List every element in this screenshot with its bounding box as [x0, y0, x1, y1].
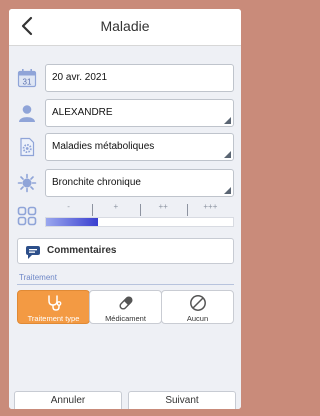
none-label: Aucun: [186, 314, 209, 323]
document-gear-icon: [17, 137, 37, 157]
severity-level-3[interactable]: +++: [187, 202, 233, 211]
disease-select[interactable]: Bronchite chronique: [45, 169, 234, 197]
dropdown-corner-icon: [224, 187, 231, 194]
comments-label: Commentaires: [47, 245, 117, 256]
severity-separator: [92, 204, 94, 216]
grid-icon: [17, 206, 37, 226]
person-icon: [17, 103, 37, 123]
severity-level-1[interactable]: +: [93, 202, 139, 211]
footer-bar: Annuler Suivant: [9, 388, 241, 409]
patient-value: ALEXANDRE: [52, 107, 113, 118]
form-content: 31 20 avr. 2021 ALEXANDRE Maladies métab…: [9, 46, 241, 388]
speech-bubble-icon: [26, 246, 40, 259]
disease-value: Bronchite chronique: [52, 177, 141, 188]
medication-label: Médicament: [105, 314, 146, 323]
treatment-type-label: Traitement type: [27, 314, 80, 323]
header-bar: Maladie: [9, 9, 241, 46]
virus-icon: [17, 173, 37, 193]
none-option[interactable]: Aucun: [161, 290, 234, 324]
severity-bar[interactable]: [45, 217, 234, 227]
medication-option[interactable]: Médicament: [89, 290, 162, 324]
svg-text:31: 31: [23, 78, 32, 87]
next-button[interactable]: Suivant: [128, 391, 236, 409]
comments-button[interactable]: Commentaires: [17, 238, 234, 264]
pill-icon: [118, 296, 133, 310]
calendar-icon: 31: [17, 68, 37, 88]
treatment-type-option[interactable]: Traitement type: [17, 290, 90, 324]
chevron-left-icon: [21, 16, 33, 36]
date-field[interactable]: 20 avr. 2021: [45, 64, 234, 92]
severity-level-0[interactable]: -: [46, 202, 92, 211]
app-screen: Maladie 31 20 avr. 2021 ALEXANDRE Maladi…: [9, 9, 241, 409]
page-title: Maladie: [100, 18, 150, 34]
date-value: 20 avr. 2021: [52, 72, 108, 83]
severity-fill: [46, 218, 99, 226]
severity-level-2[interactable]: ++: [140, 202, 186, 211]
category-value: Maladies métaboliques: [52, 141, 155, 152]
stethoscope-icon: [47, 295, 61, 311]
section-divider: [17, 284, 234, 285]
dropdown-corner-icon: [224, 151, 231, 158]
severity-separator: [186, 204, 188, 216]
section-title-treatment: Traitement: [19, 273, 57, 282]
category-select[interactable]: Maladies métaboliques: [45, 133, 234, 161]
severity-separator: [139, 204, 141, 216]
patient-select[interactable]: ALEXANDRE: [45, 99, 234, 127]
no-entry-icon: [189, 295, 206, 311]
back-button[interactable]: [20, 16, 34, 36]
cancel-button[interactable]: Annuler: [14, 391, 122, 409]
dropdown-corner-icon: [224, 117, 231, 124]
